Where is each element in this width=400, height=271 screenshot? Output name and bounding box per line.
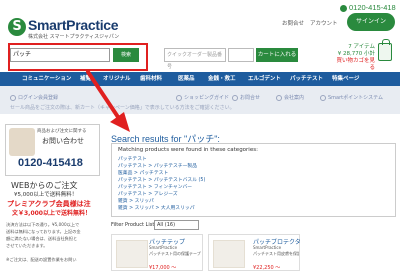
subnav-notice: セール商品をご注文の際は、新カート（キャンペーン価格」で表示している方法をご確認… — [10, 105, 235, 111]
promo-phone[interactable]: 0120-415418 — [18, 157, 83, 169]
logo-text: SmartPractice — [28, 17, 119, 33]
promo-title: お問い合わせ — [42, 137, 84, 145]
left-note-line: 決済方法は以下の通り。¥5,000以上で — [6, 222, 80, 227]
page: S SmartPractice 株式会社 スマートプラクティスジャパン 0120… — [0, 0, 400, 271]
phone-icon — [340, 4, 347, 12]
product-price: ¥17,000 ～ — [149, 265, 177, 271]
main-nav: コミュニケーション 補覧 オリジナル 歯科材料 医薬品 金銭・救工 エルゴデント… — [0, 72, 400, 86]
subnav-guide[interactable]: ショッピングガイド — [176, 94, 229, 101]
search-button[interactable]: 検索 — [113, 48, 139, 62]
category-link[interactable]: パッチテスト > フィンチャンバー — [118, 183, 192, 190]
subnav-points-label: Smartポイントシステム — [328, 95, 383, 101]
shopping-bag-icon[interactable] — [378, 39, 392, 61]
nav-item-dental-materials[interactable]: 歯科材料 — [140, 72, 162, 86]
category-link[interactable]: 雑貨 > スリッパ > 大人用スリッパ — [118, 204, 195, 211]
category-link[interactable]: 医薬品 > パッチテスト — [118, 169, 168, 176]
category-link[interactable]: パッチテスト > アレジーズ — [118, 190, 178, 197]
subnav-login[interactable]: ログイン会員登録 — [10, 94, 58, 101]
operator-image — [9, 128, 35, 156]
search-input[interactable]: パッチ — [10, 48, 110, 62]
promo-caption: 商品および注文に関する — [37, 129, 87, 134]
signin-button[interactable]: サインイン — [347, 13, 395, 31]
user-icon — [10, 94, 16, 101]
category-link[interactable]: パッチテスト > パッチテスチー製品 — [118, 162, 197, 169]
nav-item-communication[interactable]: コミュニケーション — [22, 72, 71, 86]
subnav-contact-label: お問合せ — [240, 95, 261, 101]
filter-select[interactable]: All (16) — [154, 220, 199, 230]
left-note-line: 送料は無料になっております。上記の金 — [6, 229, 81, 234]
product-brand: SmartPractice — [253, 245, 282, 250]
nav-item-patch-test[interactable]: パッチテスト — [290, 72, 323, 86]
subnav-guide-label: ショッピングガイド — [184, 95, 230, 101]
premium-club-note-2: 文￥3,000以上で送料無料！ — [12, 210, 91, 217]
nav-item-ergodent[interactable]: エルゴデント — [248, 72, 281, 86]
logo-mark: S — [8, 18, 26, 36]
cart-total: ¥ 28,770 小計 — [337, 51, 375, 57]
filter-label: Filter Product List — [111, 222, 155, 228]
left-note-line: させていただきます。 — [6, 243, 48, 248]
sub-nav: ログイン会員登録 ショッピングガイド お問合せ 会社案内 Smartポイントシス… — [0, 86, 400, 114]
cart-view-link: 買い物カゴを見る — [336, 58, 375, 71]
logo-subtitle: 株式会社 スマートプラクティスジャパン — [28, 34, 120, 40]
subnav-points[interactable]: Smartポイントシステム — [320, 94, 383, 101]
nav-item-original[interactable]: オリジナル — [103, 72, 131, 86]
product-description: パッチテスト用皮膚を保護するためのもので、パッチ部位をカバー — [253, 251, 299, 256]
left-note-line: 額に満たない場合は、送料当社負担と — [6, 236, 78, 241]
nav-item-special[interactable]: 特集ページ — [332, 72, 359, 86]
subnav-contact[interactable]: お問合せ — [232, 94, 260, 101]
phone-text: 0120-415-418 — [349, 3, 396, 12]
add-to-cart-button[interactable]: カートに入れる — [256, 48, 298, 62]
cart-items: 7 アイテム — [348, 44, 375, 50]
nav-item-kinzoku[interactable]: 金銭・救工 — [208, 72, 236, 86]
cart-icon — [176, 94, 182, 101]
product-brand: SmartPractice — [149, 245, 178, 250]
quick-order-qty[interactable] — [228, 48, 254, 62]
product-price: ¥22,250 ～ — [253, 265, 281, 271]
nav-item-pharma[interactable]: 医薬品 — [178, 72, 195, 86]
left-note-line: ※ご注文は、配送の設置作業をお問い — [6, 257, 77, 262]
category-link[interactable]: パッチテスト > パッチテストバスル (5) — [118, 176, 205, 183]
product-image[interactable] — [213, 240, 245, 268]
link-contact[interactable]: お問合せ — [282, 19, 304, 27]
building-icon — [276, 94, 282, 101]
product-image[interactable] — [116, 240, 148, 268]
nav-item-hoshu[interactable]: 補覧 — [80, 72, 91, 86]
subnav-login-label: ログイン会員登録 — [18, 95, 59, 101]
quick-order-input[interactable]: クイックオーダー製品番号 — [164, 48, 226, 70]
subnav-company[interactable]: 会社案内 — [276, 94, 304, 101]
product-description: パッチテスト用の保護テープで、チューブ用 パッチテストを実施する — [149, 251, 201, 256]
logo[interactable]: S SmartPractice 株式会社 スマートプラクティスジャパン — [8, 17, 120, 42]
phone-number[interactable]: 0120-415-418 — [340, 3, 396, 12]
mail-icon — [232, 94, 238, 101]
header: S SmartPractice 株式会社 スマートプラクティスジャパン 0120… — [0, 0, 400, 72]
category-link[interactable]: 雑貨 > スリッパ — [118, 197, 154, 204]
subnav-company-label: 会社案内 — [284, 95, 305, 101]
category-heading: Matching products were found in these ca… — [118, 147, 258, 153]
cart-summary[interactable]: 7 アイテム ¥ 28,770 小計 買い物カゴを見る — [335, 44, 375, 72]
category-link[interactable]: パッチテスト — [118, 155, 147, 162]
free-shipping-note: ¥5,000以上で送料無料！ — [14, 192, 78, 198]
star-icon — [320, 94, 326, 101]
link-account[interactable]: アカウント — [310, 19, 338, 27]
